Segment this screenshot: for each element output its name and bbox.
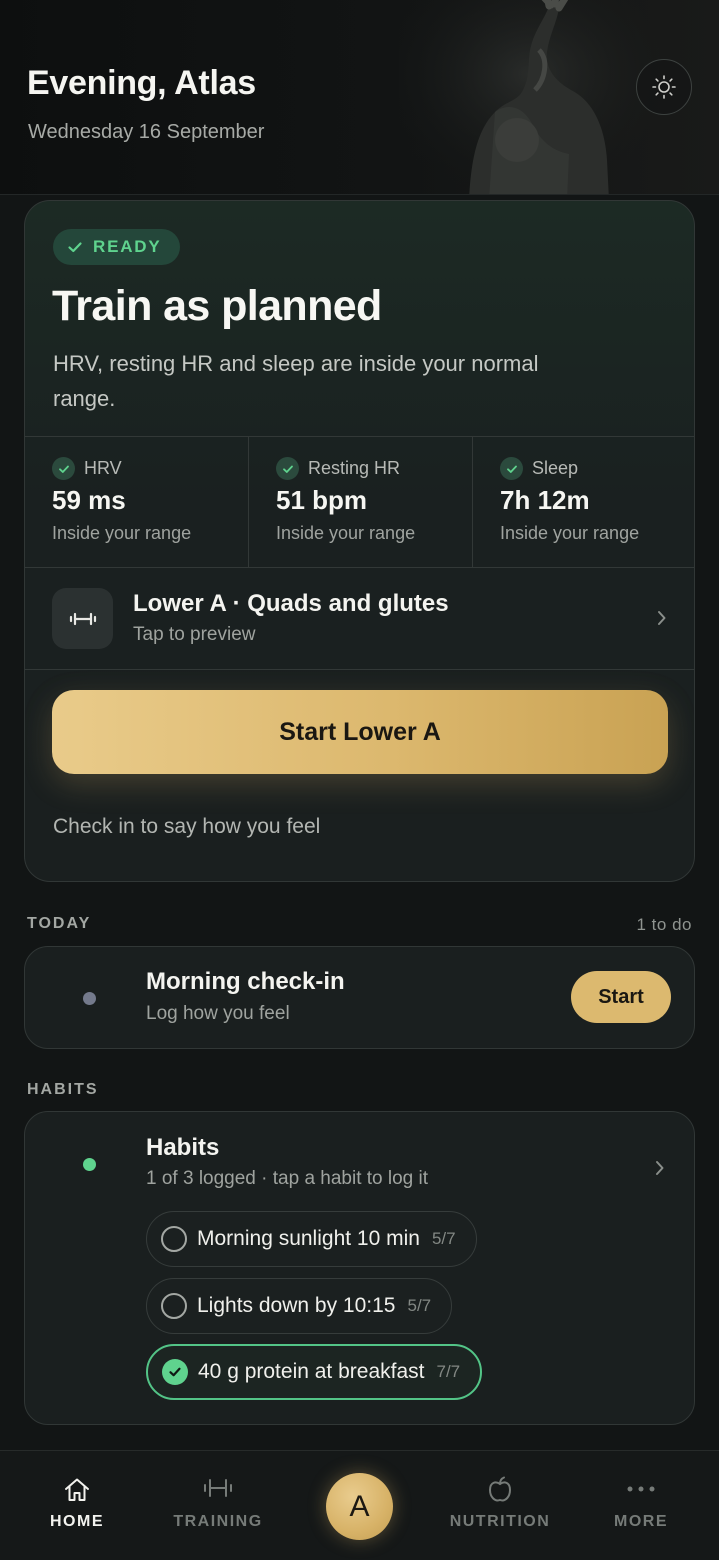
header: Evening, Atlas Wednesday 16 September bbox=[0, 0, 719, 195]
status-dot bbox=[83, 992, 96, 1005]
metric-label: Sleep bbox=[532, 458, 579, 478]
habit-name: Lights down by 10:15 bbox=[197, 1294, 396, 1317]
metric-value: 51 bpm bbox=[276, 485, 368, 515]
metric-sleep: Sleep 7h 12m Inside your range bbox=[473, 437, 694, 567]
ready-badge-label: READY bbox=[93, 237, 162, 256]
check-in-link[interactable]: Check in to say how you feel bbox=[53, 815, 320, 839]
workout-subtitle: Tap to preview bbox=[133, 624, 256, 645]
current-date: Wednesday 16 September bbox=[28, 121, 265, 143]
start-checkin-button[interactable]: Start bbox=[571, 971, 671, 1023]
workout-icon-tile bbox=[52, 588, 113, 649]
habits-title[interactable]: Habits bbox=[146, 1134, 219, 1162]
today-section-label: TODAY bbox=[27, 915, 92, 932]
habit-name: Morning sunlight 10 min bbox=[197, 1227, 420, 1250]
nav-training[interactable]: TRAINING bbox=[163, 1451, 273, 1560]
theme-toggle-button[interactable] bbox=[636, 59, 692, 115]
habits-section-label: HABITS bbox=[27, 1081, 99, 1098]
apple-icon bbox=[488, 1476, 512, 1502]
metric-resting-hr: Resting HR 51 bpm Inside your range bbox=[249, 437, 473, 567]
check-icon bbox=[68, 242, 82, 253]
greeting-title: Evening, Atlas bbox=[27, 64, 256, 102]
nav-nutrition[interactable]: NUTRITION bbox=[445, 1451, 555, 1560]
readiness-title: Train as planned bbox=[52, 282, 382, 330]
chevron-right-icon bbox=[658, 611, 666, 625]
metric-status: Inside your range bbox=[52, 523, 192, 543]
start-workout-button[interactable]: Start Lower A bbox=[52, 690, 668, 774]
metric-label: Resting HR bbox=[308, 458, 401, 478]
habit-name: 40 g protein at breakfast bbox=[198, 1360, 425, 1383]
todo-title: Morning check-in bbox=[146, 968, 345, 995]
todo-count: 1 to do bbox=[636, 915, 692, 934]
bottom-navigation: HOME TRAINING A NUTRITION MORE bbox=[0, 1450, 719, 1560]
metric-label: HRV bbox=[84, 458, 122, 478]
avatar[interactable]: A bbox=[326, 1473, 393, 1540]
morning-checkin-card[interactable]: Morning check-in Log how you feel Start bbox=[24, 946, 695, 1049]
home-icon bbox=[65, 1478, 89, 1501]
habit-count: 5/7 bbox=[407, 1296, 432, 1315]
habits-subtitle: 1 of 3 logged · tap a habit to log it bbox=[146, 1168, 429, 1189]
todo-subtitle: Log how you feel bbox=[146, 1003, 290, 1024]
checked-circle-icon bbox=[162, 1359, 188, 1385]
nav-home[interactable]: HOME bbox=[27, 1451, 127, 1560]
metric-status: Inside your range bbox=[276, 523, 416, 543]
check-circle-icon bbox=[276, 457, 299, 480]
ready-badge: READY bbox=[53, 229, 180, 265]
habit-pill-done[interactable]: 40 g protein at breakfast 7/7 bbox=[146, 1344, 483, 1400]
readiness-description: HRV, resting HR and sleep are inside you… bbox=[53, 351, 539, 411]
nav-label: NUTRITION bbox=[449, 1513, 551, 1530]
sun-icon bbox=[652, 75, 676, 99]
metrics-row: HRV 59 ms Inside your range Resting HR 5… bbox=[25, 436, 694, 568]
nav-label: MORE bbox=[614, 1513, 668, 1530]
check-circle-icon bbox=[52, 457, 75, 480]
habit-count: 5/7 bbox=[431, 1229, 456, 1248]
habits-card: Habits 1 of 3 logged · tap a habit to lo… bbox=[24, 1111, 695, 1425]
habit-count: 7/7 bbox=[436, 1362, 461, 1381]
metric-hrv: HRV 59 ms Inside your range bbox=[25, 437, 249, 567]
statue-background-image bbox=[399, 0, 659, 194]
workout-title: Lower A · Quads and glutes bbox=[133, 590, 449, 617]
more-icon bbox=[627, 1486, 655, 1492]
nav-label: HOME bbox=[50, 1513, 104, 1530]
habit-pill[interactable]: Morning sunlight 10 min 5/7 bbox=[146, 1211, 477, 1267]
chevron-right-icon[interactable] bbox=[654, 1158, 666, 1178]
metric-value: 59 ms bbox=[52, 485, 126, 515]
unchecked-circle-icon bbox=[161, 1226, 187, 1252]
unchecked-circle-icon bbox=[161, 1293, 187, 1319]
nav-label: TRAINING bbox=[173, 1513, 263, 1530]
readiness-card: READY Train as planned HRV, resting HR a… bbox=[24, 200, 695, 882]
check-circle-icon bbox=[500, 457, 523, 480]
metric-status: Inside your range bbox=[500, 523, 640, 543]
nav-more[interactable]: MORE bbox=[591, 1451, 691, 1560]
status-dot bbox=[83, 1158, 96, 1171]
dumbbell-icon bbox=[69, 612, 96, 625]
dumbbell-icon bbox=[204, 1479, 232, 1497]
workout-preview-row[interactable]: Lower A · Quads and glutes Tap to previe… bbox=[25, 568, 694, 670]
habit-pill[interactable]: Lights down by 10:15 5/7 bbox=[146, 1278, 453, 1334]
metric-value: 7h 12m bbox=[500, 485, 590, 515]
